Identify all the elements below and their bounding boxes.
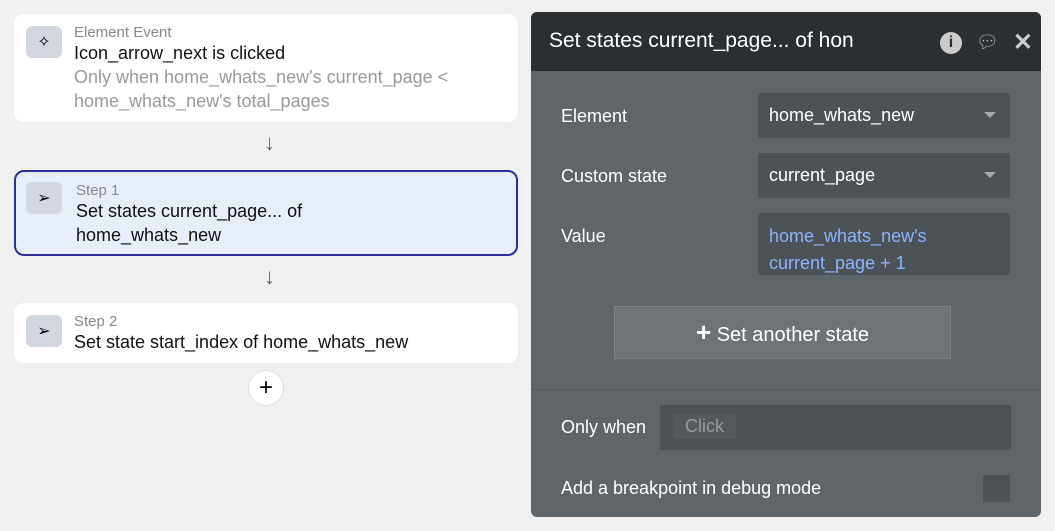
step-title: Set state start_index of home_whats_new bbox=[74, 332, 409, 352]
panel-title: Set states current_page... of hon bbox=[549, 29, 854, 52]
step-title: Set states current_page... of home_whats… bbox=[76, 201, 303, 245]
step-label: Step 1 bbox=[76, 182, 120, 199]
close-icon[interactable]: ✕ bbox=[1013, 28, 1033, 57]
breakpoint-label: Add a breakpoint in debug mode bbox=[561, 478, 822, 498]
cursor-icon: ➢ bbox=[26, 315, 62, 347]
element-label: Element bbox=[561, 106, 628, 126]
event-title: Icon_arrow_next is clicked bbox=[74, 43, 286, 63]
info-icon[interactable]: i bbox=[940, 31, 963, 54]
click-cursor-icon: ✧ bbox=[26, 26, 62, 58]
custom-state-label: Custom state bbox=[561, 166, 668, 186]
element-dropdown[interactable]: home_whats_new bbox=[758, 93, 1010, 138]
comment-icon[interactable]: 💬︎ bbox=[976, 32, 999, 53]
set-another-state-button[interactable]: + Set another state bbox=[614, 306, 951, 359]
breakpoint-checkbox[interactable] bbox=[983, 475, 1010, 502]
cursor-icon: ➢ bbox=[26, 182, 62, 214]
step-2-card[interactable]: ➢ Step 2 Set state start_index of home_w… bbox=[14, 303, 518, 363]
value-label: Value bbox=[561, 226, 606, 246]
event-label: Element Event bbox=[74, 24, 172, 41]
arrow-down-icon: ↓ bbox=[264, 130, 275, 155]
custom-state-dropdown[interactable]: current_page bbox=[758, 153, 1010, 198]
only-when-label: Only when bbox=[561, 417, 647, 437]
event-condition: Only when home_whats_new's current_page … bbox=[74, 67, 449, 111]
step-label: Step 2 bbox=[74, 313, 118, 330]
properties-panel: Set states current_page... of hon i 💬︎ ✕ E… bbox=[531, 12, 1041, 517]
only-when-input[interactable]: Click bbox=[660, 405, 1011, 450]
arrow-down-icon: ↓ bbox=[264, 264, 275, 289]
value-expression[interactable]: home_whats_new's current_page + 1 bbox=[758, 213, 1010, 275]
add-step-button[interactable]: + bbox=[248, 370, 284, 406]
step-1-card[interactable]: ➢ Step 1 Set states current_page... of h… bbox=[14, 170, 518, 256]
event-card[interactable]: ✧ Element Event Icon_arrow_next is click… bbox=[14, 14, 518, 122]
